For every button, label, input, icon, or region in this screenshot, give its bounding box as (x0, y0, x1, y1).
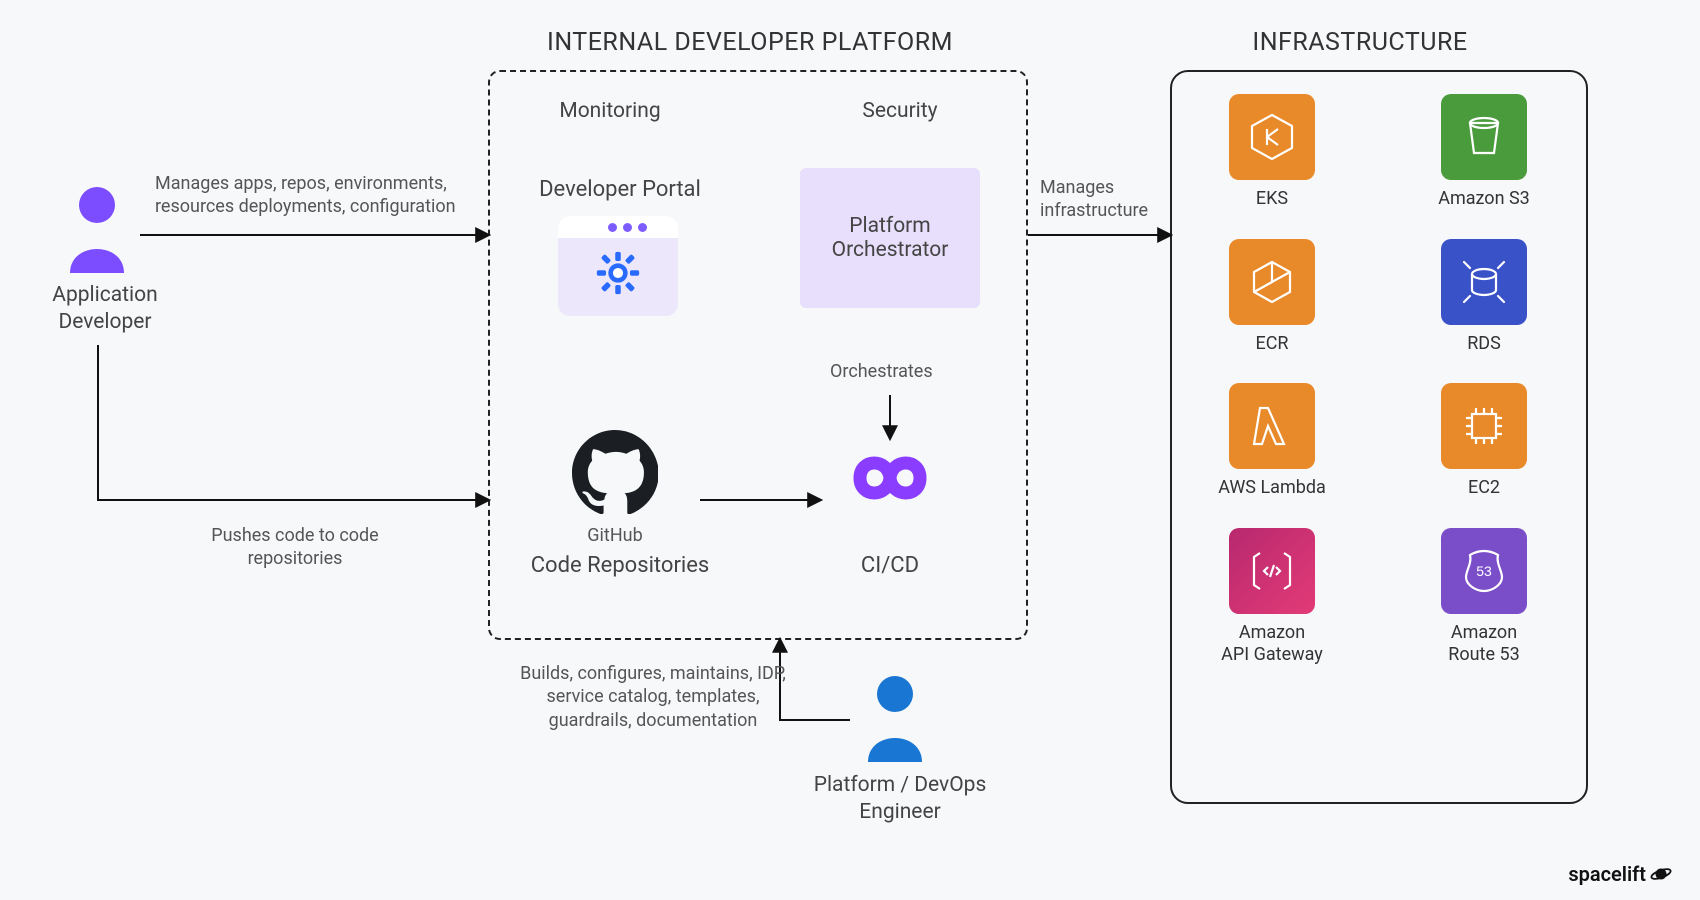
app-developer-label: Application Developer (30, 282, 180, 337)
infra-label: EKS (1256, 188, 1288, 211)
platform-orchestrator: Platform Orchestrator (800, 168, 980, 308)
infra-s3: Amazon S3 (1424, 94, 1544, 211)
s3-icon (1441, 94, 1527, 180)
infra-ecr: ECR (1212, 239, 1332, 356)
edge-builds: Builds, configures, maintains, IDP, serv… (498, 662, 808, 732)
lambda-icon (1229, 383, 1315, 469)
cicd-label: CI/CD (830, 552, 950, 581)
infra-label: Amazon Route 53 (1448, 622, 1519, 667)
infra-label: Amazon S3 (1438, 188, 1530, 211)
edge-manages-infra: Manages infrastructure (1040, 176, 1160, 223)
apigateway-icon (1229, 528, 1315, 614)
brand-logo: spacelift (1568, 862, 1672, 886)
infra-lambda: AWS Lambda (1212, 383, 1332, 500)
infra-grid: EKS Amazon S3 ECR RDS AW (1172, 72, 1586, 697)
planet-icon (1650, 863, 1672, 885)
route53-icon: 53 (1441, 528, 1527, 614)
eks-icon (1229, 94, 1315, 180)
platform-engineer-label: Platform / DevOps Engineer (800, 772, 1000, 827)
infra-title: INFRASTRUCTURE (1170, 28, 1550, 57)
developer-portal-label: Developer Portal (520, 176, 720, 205)
monitoring-label: Monitoring (530, 98, 690, 125)
edge-orchestrates: Orchestrates (830, 360, 960, 383)
rds-icon (1441, 239, 1527, 325)
github-icon (572, 430, 658, 516)
security-label: Security (820, 98, 980, 125)
infra-label: EC2 (1468, 477, 1500, 500)
gear-icon (595, 250, 641, 296)
ec2-icon (1441, 383, 1527, 469)
infra-label: Amazon API Gateway (1221, 622, 1323, 667)
edge-pushes-code: Pushes code to code repositories (185, 524, 405, 571)
edge-manages-apps: Manages apps, repos, environments, resou… (155, 172, 485, 219)
infra-eks: EKS (1212, 94, 1332, 211)
ecr-icon (1229, 239, 1315, 325)
infra-container: EKS Amazon S3 ECR RDS AW (1170, 70, 1588, 804)
svg-text:53: 53 (1476, 563, 1492, 579)
infra-label: ECR (1255, 333, 1288, 356)
platform-engineer-icon (860, 672, 930, 762)
code-repos-label: Code Repositories (520, 552, 720, 581)
infra-label: AWS Lambda (1218, 477, 1326, 500)
app-developer-icon (62, 183, 132, 273)
infra-rds: RDS (1424, 239, 1544, 356)
infra-label: RDS (1467, 333, 1501, 356)
github-caption: GitHub (560, 524, 670, 547)
developer-portal-icon (558, 216, 678, 316)
infra-ec2: EC2 (1424, 383, 1544, 500)
infra-apigw: Amazon API Gateway (1212, 528, 1332, 667)
cicd-icon (830, 448, 950, 508)
idp-title: INTERNAL DEVELOPER PLATFORM (470, 28, 1030, 57)
infra-route53: 53 Amazon Route 53 (1424, 528, 1544, 667)
